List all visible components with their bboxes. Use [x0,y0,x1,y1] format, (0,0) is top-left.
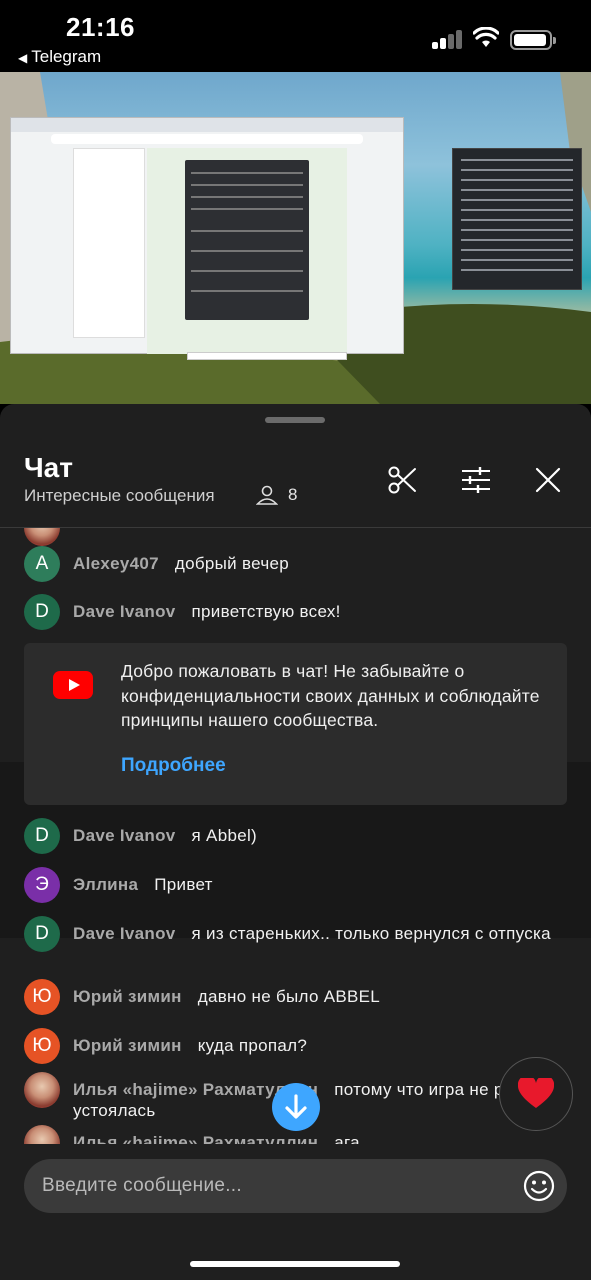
emoji-icon[interactable] [522,1169,556,1203]
heart-icon [518,1078,554,1108]
avatar [24,528,60,546]
chat-mode-selector[interactable]: Интересные сообщения [24,486,215,506]
chat-message[interactable]: D Dave Ivanov я из стареньких.. только ве… [24,916,569,952]
message-author[interactable]: Илья «hajime» Рахматуллин [73,1133,318,1144]
avatar: Ю [24,1028,60,1064]
message-author[interactable]: Dave Ivanov [73,924,176,943]
message-author[interactable]: Alexey407 [73,554,159,573]
youtube-icon [53,671,93,699]
avatar: D [24,818,60,854]
message-author[interactable]: Юрий зимин [73,1036,182,1055]
message-text: я из стареньких.. только вернулся с отпу… [191,924,551,943]
scroll-down-icon [285,1094,307,1119]
chat-message[interactable]: D Dave Ivanov приветствую всех! [24,594,569,630]
message-text: куда пропал? [197,1036,308,1055]
avatar [24,1072,60,1108]
message-text: ага [334,1133,360,1144]
message-input[interactable] [42,1159,512,1213]
signal-icon [432,29,464,49]
viewer-count-value: 8 [288,485,298,504]
message-author[interactable]: Юрий зимин [73,987,182,1006]
message-text: приветствую всех! [191,602,341,621]
learn-more-link[interactable]: Подробнее [121,755,226,777]
message-text: добрый вечер [174,554,289,573]
shared-screen-chat-window [452,148,582,290]
scroll-to-latest-button[interactable] [272,1083,320,1131]
avatar: Э [24,867,60,903]
message-text: я Abbel) [191,826,258,845]
chat-message[interactable]: Э Эллина Привет [24,867,569,903]
reaction-button[interactable] [499,1057,573,1131]
welcome-notice: Добро пожаловать в чат! Не забывайте о к… [24,643,567,805]
chat-title: Чат [24,452,73,483]
message-list[interactable]: A Alexey407 добрый вечер D Dave Ivanov при… [0,528,591,1144]
close-icon[interactable] [532,464,564,496]
message-text: Привет [154,875,213,894]
chat-message[interactable]: Ю Юрий зимин давно не было ABBEL [24,979,569,1015]
clock: 21:16 [66,12,135,42]
avatar: D [24,594,60,630]
shared-screen-browser [10,117,404,360]
message-text: давно не было ABBEL [197,987,381,1006]
video-player[interactable] [0,72,591,404]
chat-message[interactable]: A Alexey407 добрый вечер [24,546,569,582]
message-author[interactable]: Dave Ivanov [73,602,176,621]
back-arrow-icon: ◀ [18,51,28,65]
viewers-icon [256,485,278,505]
scissors-icon[interactable] [386,464,418,496]
back-app-label: Telegram [31,47,102,66]
chat-panel: Чат Интересные сообщения 8 A Alexey407 до… [0,404,591,1280]
message-author[interactable]: Эллина [73,875,138,894]
wifi-icon [473,27,499,47]
viewer-count: 8 [256,485,297,505]
message-author[interactable]: Dave Ivanov [73,826,176,845]
chat-message[interactable]: Ю Юрий зимин куда пропал? [24,1028,569,1064]
welcome-text: Добро пожаловать в чат! Не забывайте о к… [121,661,540,730]
avatar: D [24,916,60,952]
avatar: A [24,546,60,582]
status-bar: 21:16 ◀ Telegram [0,0,591,72]
battery-icon [510,30,556,50]
chat-message[interactable]: D Dave Ivanov я Abbel) [24,818,569,854]
drag-handle[interactable] [265,417,325,423]
home-indicator [190,1261,400,1267]
filter-sliders-icon[interactable] [460,464,492,496]
avatar: Ю [24,979,60,1015]
back-to-app-link[interactable]: ◀ Telegram [18,47,101,67]
message-composer[interactable] [24,1159,567,1213]
